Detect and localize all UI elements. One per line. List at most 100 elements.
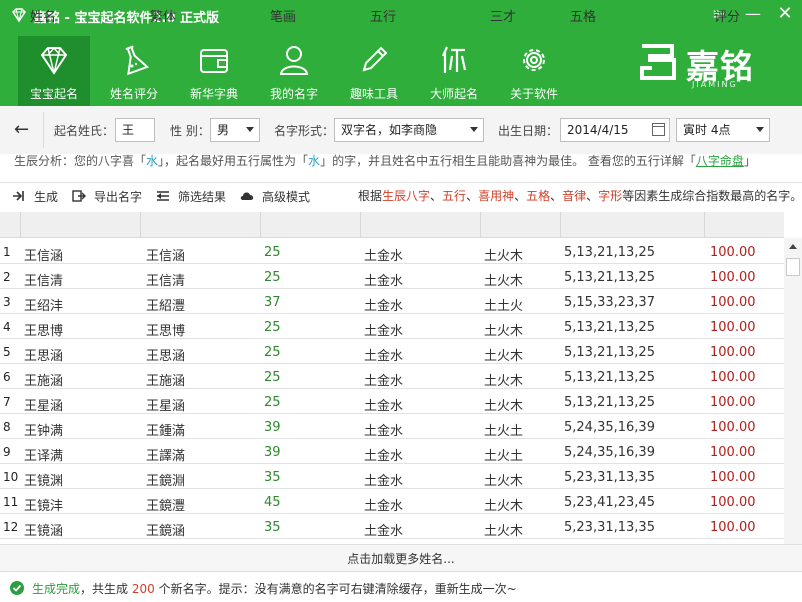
column-header-wuxing[interactable]: 五行 (370, 6, 396, 25)
table-row[interactable]: 11 王镜沣 王鏡灃 45 土金水 土火木 5,23,41,23,45 100.00 (0, 489, 784, 514)
nav-item-baby-naming[interactable]: 宝宝起名 (18, 36, 90, 106)
wuxing-cell: 土金水 (364, 374, 404, 389)
brand-mark-icon (640, 44, 676, 80)
wuxing-cell: 土金水 (364, 299, 404, 314)
score-cell: 100.00 (710, 420, 756, 435)
calendar-icon[interactable] (652, 123, 665, 136)
column-header-score[interactable]: 评分 (714, 6, 740, 25)
scroll-up-icon[interactable] (786, 240, 800, 254)
factors-sep: 、 (586, 189, 599, 203)
strokes-cell: 39 (264, 420, 281, 435)
scrollbar-thumb[interactable] (786, 258, 800, 276)
back-button[interactable]: ← (0, 112, 44, 148)
wuxing-cell: 土金水 (364, 424, 404, 439)
traditional-cell: 王星涵 (146, 399, 186, 414)
table-row[interactable]: 6 王施涵 王施涵 25 土金水 土火木 5,13,21,13,25 100.00 (0, 364, 784, 389)
sancai-cell: 土火木 (484, 324, 524, 339)
name-cell: 王镜沣 (24, 499, 64, 514)
row-number: 3 (3, 295, 11, 309)
bazi-chart-link[interactable]: 八字命盘 (696, 154, 744, 168)
sancai-cell: 土火木 (484, 349, 524, 364)
wuge-cell: 5,15,33,23,37 (564, 295, 655, 310)
column-header-traditional[interactable]: 繁体 (150, 6, 176, 25)
strokes-cell: 35 (264, 470, 281, 485)
wuxing-cell: 土金水 (364, 499, 404, 514)
advanced-label: 高级模式 (262, 190, 311, 204)
nav-item-fun-tools[interactable]: 趣味工具 (338, 36, 410, 106)
wuge-cell: 5,13,21,13,25 (564, 370, 655, 385)
name-cell: 王信清 (24, 274, 64, 289)
nav-item-my-name[interactable]: 我的名字 (258, 36, 330, 106)
table-row[interactable]: 10 王镜渊 王鏡淵 35 土金水 土火木 5,23,31,13,35 100.00 (0, 464, 784, 489)
generate-icon (13, 191, 24, 201)
name-cell: 王译满 (24, 449, 64, 464)
column-header-sancai[interactable]: 三才 (490, 6, 516, 25)
sancai-cell: 土火木 (484, 249, 524, 264)
favored-element: 水 (146, 154, 159, 168)
score-cell: 100.00 (710, 470, 756, 485)
row-number: 2 (3, 270, 11, 284)
score-cell: 100.00 (710, 320, 756, 335)
window-title: 嘉铭 - 宝宝起名软件2.0 正式版 (34, 11, 220, 26)
info-text: 」 (743, 154, 756, 168)
nav-label: 大师起名 (429, 87, 478, 101)
table-row[interactable]: 2 王信清 王信清 25 土金水 土火木 5,13,21,13,25 100.00 (0, 264, 784, 289)
strokes-cell: 25 (264, 345, 281, 360)
close-button[interactable]: ✕ (770, 0, 800, 28)
column-header-name[interactable]: 姓名 (30, 6, 56, 25)
nav-item-name-score[interactable]: 姓名评分 (98, 36, 170, 106)
table-row[interactable]: 5 王思涵 王思涵 25 土金水 土火木 5,13,21,13,25 100.00 (0, 339, 784, 364)
wuge-cell: 5,23,31,13,35 (564, 520, 655, 535)
advanced-mode-button[interactable]: 高级模式 (240, 188, 310, 205)
gender-label: 性 别： (170, 124, 210, 138)
export-names-button[interactable]: 导出名字 (72, 188, 142, 205)
row-number: 10 (3, 470, 19, 484)
birth-hour-select[interactable]: 寅时 4点 (676, 118, 770, 142)
factors-sep: 、 (466, 189, 479, 203)
factor: 字形 (598, 189, 623, 203)
sancai-cell: 土火土 (484, 449, 524, 464)
nav-item-dictionary[interactable]: 新华字典 (178, 36, 250, 106)
score-cell: 100.00 (710, 370, 756, 385)
load-more-button[interactable]: 点击加载更多姓名... (0, 544, 802, 572)
factor: 五格 (526, 189, 551, 203)
table-row[interactable]: 3 王绍沣 王紹灃 37 土金水 土土火 5,15,33,23,37 100.00 (0, 289, 784, 314)
column-header-strokes[interactable]: 笔画 (270, 6, 296, 25)
factor: 生辰八字 (382, 189, 431, 203)
nav-item-about[interactable]: 关于软件 (498, 36, 570, 106)
wuge-cell: 5,24,35,16,39 (564, 420, 655, 435)
filter-label: 筛选结果 (178, 190, 227, 204)
filter-results-button[interactable]: 筛选结果 (156, 188, 226, 205)
wuxing-cell: 土金水 (364, 274, 404, 289)
strokes-cell: 25 (264, 395, 281, 410)
table-row[interactable]: 12 王镜涵 王鏡涵 35 土金水 土火木 5,23,31,13,35 100.00 (0, 514, 784, 539)
table-row[interactable]: 1 王信涵 王信涵 25 土金水 土火木 5,13,21,13,25 100.00 (0, 239, 784, 264)
score-cell: 100.00 (710, 270, 756, 285)
name-cell: 王钟满 (24, 424, 64, 439)
minimize-button[interactable]: — (738, 0, 768, 28)
wuxing-cell: 土金水 (364, 324, 404, 339)
birth-date-picker[interactable]: 2014/4/15 (560, 118, 670, 142)
table-row[interactable]: 9 王译满 王譯滿 39 土金水 土火土 5,24,35,16,39 100.00 (0, 439, 784, 464)
table-row[interactable]: 7 王星涵 王星涵 25 土金水 土火木 5,13,21,13,25 100.00 (0, 389, 784, 414)
diamond-app-icon (12, 8, 26, 23)
traditional-cell: 王思涵 (146, 349, 186, 364)
sancai-cell: 土火木 (484, 399, 524, 414)
traditional-cell: 王信涵 (146, 249, 186, 264)
column-header-wuge[interactable]: 五格 (570, 6, 596, 25)
generate-button[interactable]: 生成 (12, 188, 58, 205)
table-row[interactable]: 8 王钟满 王鍾滿 39 土金水 土火土 5,24,35,16,39 100.00 (0, 414, 784, 439)
check-icon (10, 581, 24, 595)
name-style-select[interactable]: 双字名，如李商隐 (334, 118, 484, 142)
table-row[interactable]: 4 王思博 王思博 25 土金水 土火木 5,13,21,13,25 100.00 (0, 314, 784, 339)
column-divider (20, 212, 21, 238)
factors-text: 根据 (358, 189, 383, 203)
export-icon (72, 190, 86, 202)
name-cell: 王施涵 (24, 374, 64, 389)
gender-select[interactable]: 男 (210, 118, 260, 142)
surname-input[interactable]: 王 (115, 118, 155, 142)
table-header (0, 212, 784, 238)
nav-item-master-naming[interactable]: 大师起名 (418, 36, 490, 106)
vertical-scrollbar[interactable] (784, 238, 802, 544)
wuge-cell: 5,13,21,13,25 (564, 395, 655, 410)
